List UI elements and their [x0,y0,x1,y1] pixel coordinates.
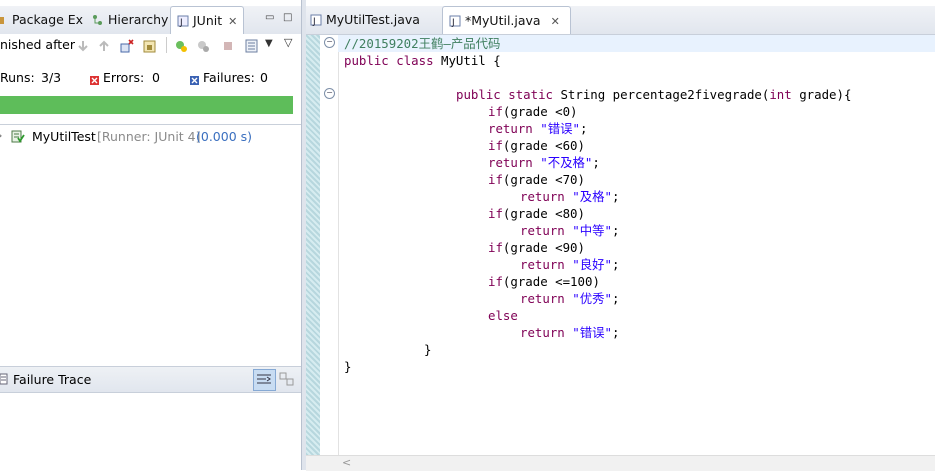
junit-panel: Package Ex Hierarchy J JUnit ✕ ▭ □ nished … [0,0,301,470]
code-text: return "及格"; [520,189,620,204]
editor-tab-bar: J MyUtilTest.java J *MyUtil.java ✕ [306,6,935,35]
package-icon [0,8,8,24]
runs-value: 3/3 [41,70,62,85]
test-run-history-icon[interactable] [245,39,259,53]
progress-bar [0,96,293,114]
fold-toggle-icon[interactable]: − [324,88,335,99]
code-text: return "错误"; [488,121,588,136]
failure-trace-title: Failure Trace [13,372,92,387]
editor-gutter: − − [320,35,339,455]
previous-failure-icon[interactable] [97,39,111,53]
hierarchy-icon [92,8,104,25]
error-icon [90,73,99,88]
runs-label: Runs: [0,70,35,85]
code-text: } [344,359,352,374]
test-duration: (0.000 s) [196,129,253,144]
rerun-failed-first-icon[interactable] [196,39,210,53]
failure-trace-header: Failure Trace [0,366,301,393]
close-icon[interactable]: ✕ [228,15,237,28]
fold-toggle-icon[interactable]: − [324,37,335,48]
compare-results-icon[interactable] [279,371,295,390]
java-file-icon: J [449,9,461,28]
rerun-test-icon[interactable] [174,39,188,53]
tree-item-myutiltest[interactable]: › MyUtilTest [Runner: JUnit 4] (0.000 s) [0,129,301,147]
test-suite-icon [11,130,25,147]
code-text: //20159202王鹤—产品代码 [344,36,501,51]
code-text: return "错误"; [520,325,620,340]
code-text: if(grade <90) [488,240,585,255]
tab-label: Package Ex [12,12,84,27]
svg-text:J: J [451,18,455,27]
next-failure-icon[interactable] [76,39,90,53]
finished-status: nished after [0,37,75,52]
tab-package-explorer[interactable]: Package Ex [0,6,83,33]
failure-icon [190,73,199,88]
failure-trace-icon [0,373,9,388]
close-icon[interactable]: ✕ [551,15,560,28]
errors-value: 0 [152,70,160,85]
code-text: if(grade <80) [488,206,585,221]
svg-text:J: J [179,18,183,27]
code-text: if(grade <0) [488,104,578,119]
tab-label: MyUtilTest.java [326,12,420,27]
test-counters: Runs: 3/3 Errors: 0 Failures: 0 [0,68,301,88]
tab-junit[interactable]: J JUnit ✕ [170,6,245,34]
java-file-icon: J [310,8,322,27]
minimize-icon[interactable]: ▭ [265,12,274,23]
filter-stack-trace-button[interactable] [253,369,276,391]
junit-toolbar: nished after ▼ ▽ [0,34,301,56]
tab-label: JUnit [193,13,223,28]
code-text: if(grade <=100) [488,274,600,289]
tab-label: *MyUtil.java [465,13,541,28]
code-text: public static String percentage2fivegrad… [456,87,852,102]
maximize-icon[interactable]: □ [283,12,292,23]
code-text: if(grade <60) [488,138,585,153]
scroll-lock-icon[interactable] [143,39,157,53]
tab-hierarchy[interactable]: Hierarchy [92,6,168,33]
code-text: if(grade <70) [488,172,585,187]
code-text: public class MyUtil { [344,53,501,68]
failures-label: Failures: [203,70,255,85]
code-text: } [424,342,432,357]
code-text: return "优秀"; [520,291,620,306]
code-text: else [488,308,518,323]
tab-myutil-java[interactable]: J *MyUtil.java ✕ [442,6,571,34]
view-tab-bar: Package Ex Hierarchy J JUnit ✕ ▭ □ [0,6,301,35]
view-menu-icon[interactable]: ▽ [284,36,292,49]
code-text: return "良好"; [520,257,620,272]
failures-value: 0 [260,70,268,85]
tab-myutiltest-java[interactable]: J MyUtilTest.java [310,6,420,33]
overview-ruler [306,35,320,455]
code-text: return "不及格"; [488,155,600,170]
code-line[interactable]: //20159202王鹤—产品代码 [338,35,935,52]
toolbar-divider [166,37,167,53]
scroll-left-arrow-icon[interactable]: < [342,456,351,469]
code-text: return "中等"; [520,223,620,238]
horizontal-scrollbar[interactable]: < [306,455,935,471]
test-suite-name: MyUtilTest [32,129,96,144]
java-editor: J MyUtilTest.java J *MyUtil.java ✕ − − //20… [306,0,935,471]
divider [0,124,301,125]
show-failures-only-icon[interactable] [120,39,134,53]
history-dropdown-icon[interactable]: ▼ [265,38,273,49]
test-tree: › MyUtilTest [Runner: JUnit 4] (0.000 s) [0,128,301,148]
junit-icon: J [177,9,189,28]
tab-label: Hierarchy [108,12,169,27]
runner-info: [Runner: JUnit 4] [97,129,201,144]
errors-label: Errors: [103,70,145,85]
stop-icon[interactable] [221,39,235,53]
svg-text:J: J [312,17,316,26]
expand-arrow-icon[interactable]: › [0,129,2,142]
